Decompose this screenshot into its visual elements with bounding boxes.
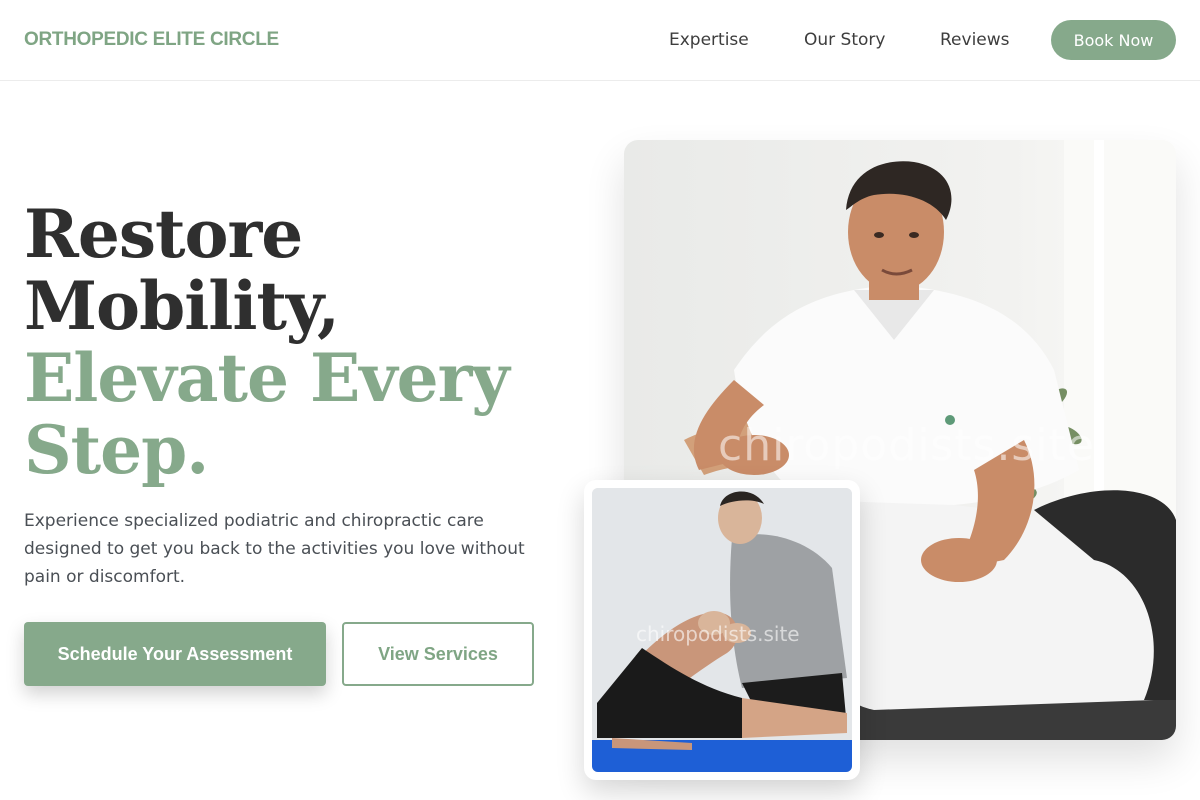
schedule-assessment-button[interactable]: Schedule Your Assessment: [24, 622, 326, 686]
book-now-button[interactable]: Book Now: [1051, 20, 1176, 60]
brand-logo[interactable]: ORTHOPEDIC ELITE CIRCLE: [24, 29, 279, 51]
hero-title-line-2: Mobility,: [24, 267, 340, 345]
hero-title-line-1: Restore: [24, 195, 303, 273]
hero-title: Restore Mobility, Elevate Every Step.: [24, 198, 584, 486]
inset-photo-frame: chiropodists.site: [592, 488, 852, 772]
nav-link-reviews[interactable]: Reviews: [940, 30, 1010, 50]
inset-treatment-photo: chiropodists.site: [584, 480, 860, 780]
main-photo-watermark: chiropodists.site: [718, 420, 1095, 471]
nav-link-our-story[interactable]: Our Story: [804, 30, 885, 50]
nav-link-expertise[interactable]: Expertise: [669, 30, 749, 50]
hero-subtitle: Experience specialized podiatric and chi…: [24, 511, 525, 587]
inset-photo-watermark: chiropodists.site: [636, 622, 800, 646]
hero-title-line-3: Elevate Every: [24, 339, 510, 417]
site-header: ORTHOPEDIC ELITE CIRCLE Expertise Our St…: [0, 0, 1200, 81]
view-services-button[interactable]: View Services: [342, 622, 534, 686]
hero-title-line-4: Step.: [24, 411, 209, 489]
